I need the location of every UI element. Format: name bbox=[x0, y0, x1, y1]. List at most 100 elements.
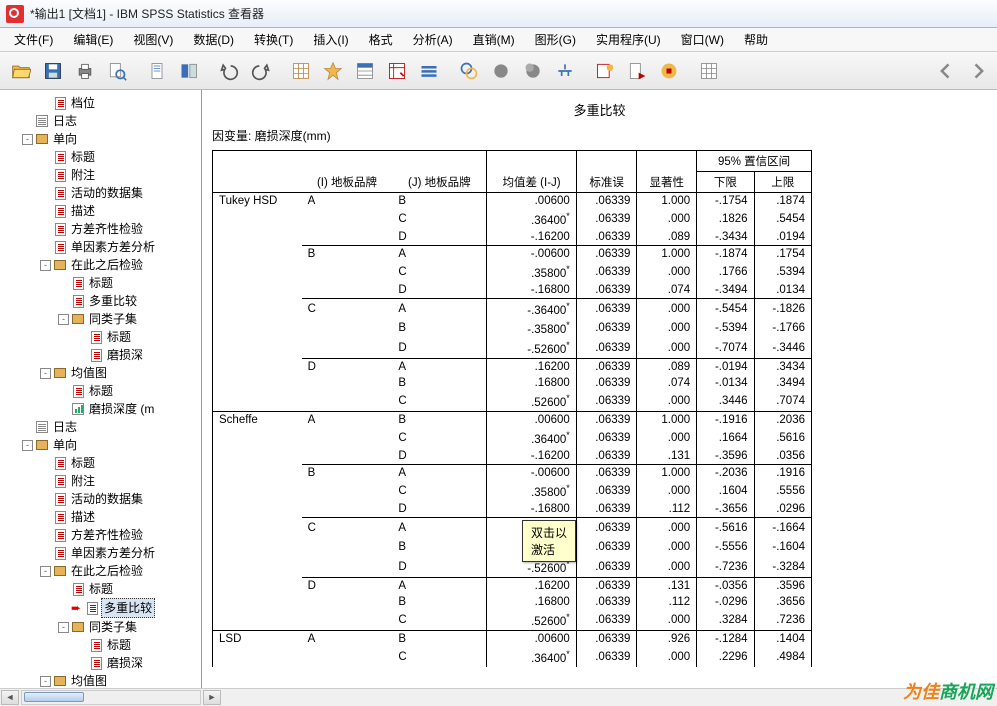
menu-item[interactable]: 转换(T) bbox=[246, 29, 301, 50]
log-icon bbox=[35, 114, 49, 128]
tree-item-label[interactable]: 磨损深度 (m bbox=[87, 400, 156, 418]
menu-item[interactable]: 图形(G) bbox=[527, 29, 584, 50]
split-file-button[interactable] bbox=[550, 56, 580, 86]
tree-item-label[interactable]: 标题 bbox=[69, 148, 97, 166]
redo-button[interactable] bbox=[246, 56, 276, 86]
menu-item[interactable]: 视图(V) bbox=[125, 29, 181, 50]
tree-item-label[interactable]: 在此之后检验 bbox=[69, 562, 145, 580]
tree-item-label[interactable]: 标题 bbox=[87, 580, 115, 598]
app-icon bbox=[6, 5, 24, 23]
page-icon bbox=[53, 96, 67, 110]
weight-cases-button[interactable] bbox=[486, 56, 516, 86]
tree-item-label[interactable]: 均值图 bbox=[69, 364, 109, 382]
tree-item-label[interactable]: 多重比较 bbox=[101, 598, 155, 618]
multiple-comparisons-table[interactable]: (I) 地板品牌(J) 地板品牌均值差 (I-J)标准误显著性95% 置信区间下… bbox=[212, 150, 812, 667]
tree-item-label[interactable]: 同类子集 bbox=[87, 618, 139, 636]
tree-item-label[interactable]: 标题 bbox=[105, 328, 133, 346]
nav-back-button[interactable] bbox=[931, 56, 961, 86]
menu-item[interactable]: 窗口(W) bbox=[673, 29, 732, 50]
tree-expander[interactable]: - bbox=[40, 676, 51, 687]
menu-item[interactable]: 编辑(E) bbox=[65, 29, 121, 50]
tree-item-label[interactable]: 标题 bbox=[87, 274, 115, 292]
tree-item-label[interactable]: 磨损深 bbox=[105, 654, 145, 672]
variables-button[interactable] bbox=[414, 56, 444, 86]
menu-item[interactable]: 文件(F) bbox=[6, 29, 61, 50]
run-pending-button[interactable] bbox=[622, 56, 652, 86]
print-preview-button[interactable] bbox=[102, 56, 132, 86]
book-icon bbox=[35, 132, 49, 146]
goto-var-button[interactable] bbox=[382, 56, 412, 86]
tree-expander[interactable]: - bbox=[58, 314, 69, 325]
tree-item-label[interactable]: 标题 bbox=[69, 454, 97, 472]
tree-item-label[interactable]: 方差齐性检验 bbox=[69, 220, 145, 238]
nav-fwd-button[interactable] bbox=[963, 56, 993, 86]
menu-item[interactable]: 分析(A) bbox=[405, 29, 461, 50]
page-icon bbox=[53, 222, 67, 236]
tree-item-label[interactable]: 日志 bbox=[51, 418, 79, 436]
tree-item-label[interactable]: 活动的数据集 bbox=[69, 490, 145, 508]
tree-expander bbox=[40, 476, 51, 487]
designate-window-button[interactable] bbox=[590, 56, 620, 86]
tree-item-label[interactable]: 日志 bbox=[51, 112, 79, 130]
tree-item-label[interactable]: 附注 bbox=[69, 472, 97, 490]
tree-expander[interactable]: - bbox=[40, 260, 51, 271]
page-icon bbox=[89, 330, 103, 344]
tree-expander[interactable]: - bbox=[58, 622, 69, 633]
tree-item-label[interactable]: 活动的数据集 bbox=[69, 184, 145, 202]
goto-data-button[interactable] bbox=[286, 56, 316, 86]
toolbar bbox=[0, 52, 997, 90]
tree-item-label[interactable]: 同类子集 bbox=[87, 310, 139, 328]
tree-item-label[interactable]: 描述 bbox=[69, 202, 97, 220]
menu-item[interactable]: 插入(I) bbox=[305, 29, 356, 50]
tree-expander bbox=[40, 242, 51, 253]
open-button[interactable] bbox=[6, 56, 36, 86]
favorites-button[interactable] bbox=[318, 56, 348, 86]
tree-expander bbox=[40, 224, 51, 235]
export-button[interactable] bbox=[142, 56, 172, 86]
watermark: 为佳商机网 bbox=[903, 678, 993, 704]
menu-bar[interactable]: 文件(F)编辑(E)视图(V)数据(D)转换(T)插入(I)格式分析(A)直销(… bbox=[0, 28, 997, 52]
menu-item[interactable]: 格式 bbox=[361, 29, 401, 50]
use-sets-button[interactable] bbox=[694, 56, 724, 86]
menu-item[interactable]: 帮助 bbox=[736, 29, 776, 50]
tree-expander[interactable]: - bbox=[40, 368, 51, 379]
scroll-thumb[interactable] bbox=[24, 692, 84, 702]
output-viewer[interactable]: 多重比较 因变量: 磨损深度(mm) (I) 地板品牌(J) 地板品牌均值差 (… bbox=[202, 90, 997, 688]
page-icon bbox=[53, 492, 67, 506]
tree-item-label[interactable]: 档位 bbox=[69, 94, 97, 112]
print-button[interactable] bbox=[70, 56, 100, 86]
menu-item[interactable]: 直销(M) bbox=[465, 29, 523, 50]
stop-button[interactable] bbox=[654, 56, 684, 86]
undo-button[interactable] bbox=[214, 56, 244, 86]
dialog-recall-button[interactable] bbox=[174, 56, 204, 86]
tree-item-label[interactable]: 单向 bbox=[51, 436, 79, 454]
save-button[interactable] bbox=[38, 56, 68, 86]
tree-item-label[interactable]: 标题 bbox=[105, 636, 133, 654]
tree-item-label[interactable]: 单因素方差分析 bbox=[69, 238, 157, 256]
tree-item-label[interactable]: 单向 bbox=[51, 130, 79, 148]
tree-expander[interactable]: - bbox=[22, 440, 33, 451]
tree-expander[interactable]: - bbox=[22, 134, 33, 145]
tree-expander[interactable]: - bbox=[40, 566, 51, 577]
menu-item[interactable]: 实用程序(U) bbox=[588, 29, 669, 50]
goto-case-button[interactable] bbox=[350, 56, 380, 86]
tree-item-label[interactable]: 附注 bbox=[69, 166, 97, 184]
menu-item[interactable]: 数据(D) bbox=[185, 29, 242, 50]
page-icon bbox=[71, 294, 85, 308]
value-labels-button[interactable] bbox=[518, 56, 548, 86]
tree-item-label[interactable]: 多重比较 bbox=[87, 292, 139, 310]
scroll-left-button[interactable]: ◄ bbox=[1, 690, 19, 705]
scroll-right-button[interactable]: ► bbox=[203, 690, 221, 705]
tree-item-label[interactable]: 在此之后检验 bbox=[69, 256, 145, 274]
tree-item-label[interactable]: 方差齐性检验 bbox=[69, 526, 145, 544]
select-cases-button[interactable] bbox=[454, 56, 484, 86]
tree-item-label[interactable]: 标题 bbox=[87, 382, 115, 400]
horizontal-scrollbar[interactable]: ◄ ► bbox=[0, 688, 997, 706]
outline-tree[interactable]: 档位日志-单向标题附注活动的数据集描述方差齐性检验单因素方差分析-在此之后检验标… bbox=[0, 90, 202, 688]
tree-item-label[interactable]: 磨损深 bbox=[105, 346, 145, 364]
tree-item-label[interactable]: 单因素方差分析 bbox=[69, 544, 157, 562]
tree-expander bbox=[58, 278, 69, 289]
tree-item-label[interactable]: 均值图 bbox=[69, 672, 109, 688]
tree-expander bbox=[58, 584, 69, 595]
tree-item-label[interactable]: 描述 bbox=[69, 508, 97, 526]
